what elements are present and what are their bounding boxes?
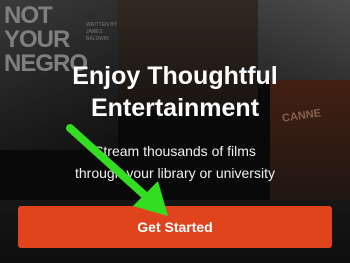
subtitle-line-1: Stream thousands of films — [94, 143, 256, 159]
headline-line-1: Enjoy Thoughtful — [72, 62, 278, 90]
get-started-button[interactable]: Get Started — [18, 206, 332, 248]
welcome-subtitle: Stream thousands of films through your l… — [0, 140, 350, 184]
subtitle-line-2: through your library or university — [75, 165, 275, 181]
welcome-headline: Enjoy Thoughtful Entertainment — [0, 60, 350, 124]
headline-line-2: Entertainment — [90, 94, 260, 122]
welcome-screen: NOT YOUR NEGRO WRITTEN BY JAMES BALDWIN … — [0, 0, 350, 263]
